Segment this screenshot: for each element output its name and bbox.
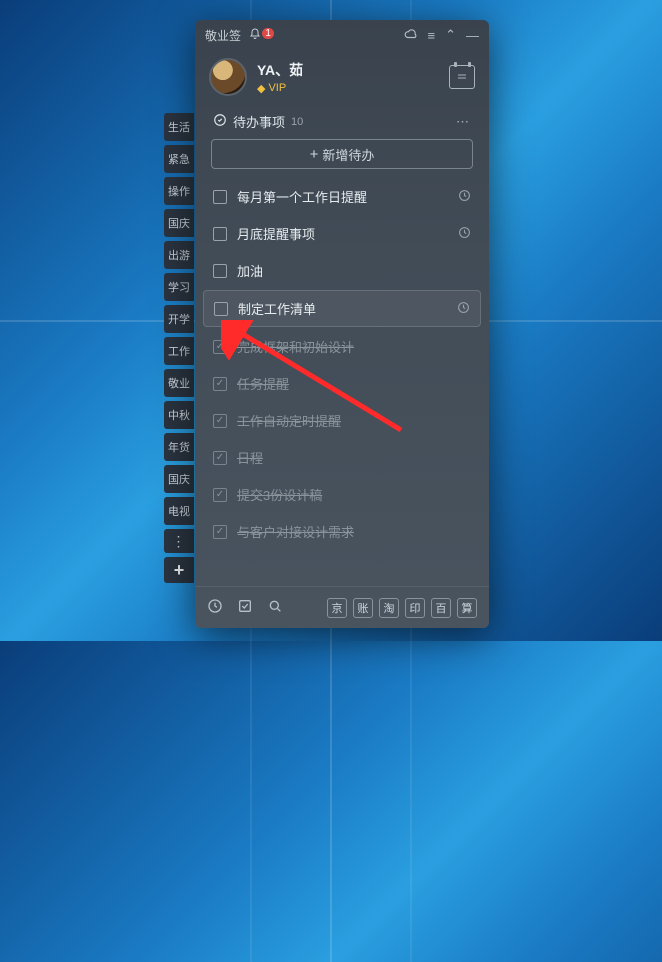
todo-item[interactable]: 与客户对接设计需求 <box>203 514 481 549</box>
todo-item[interactable]: 完成框架和初始设计 <box>203 329 481 364</box>
clock-icon <box>458 189 471 205</box>
todo-item[interactable]: 每月第一个工作日提醒 <box>203 179 481 214</box>
todo-text: 完成框架和初始设计 <box>237 337 471 356</box>
calendar-icon[interactable] <box>449 65 475 89</box>
cloud-icon[interactable] <box>404 27 418 44</box>
titlebar: 敬业签 1 ≡ ⌃ — <box>195 20 489 50</box>
sidebar-tab-8[interactable]: 敬业 <box>164 369 194 397</box>
bottom-chip-1[interactable]: 账 <box>353 598 373 618</box>
todo-item[interactable]: 任务提醒 <box>203 366 481 401</box>
sidebar-tab-0[interactable]: 生活 <box>164 113 194 141</box>
todo-text: 提交3份设计稿 <box>237 485 471 504</box>
todo-text: 每月第一个工作日提醒 <box>237 187 452 206</box>
sidebar-more[interactable]: ⋮ <box>164 529 194 553</box>
check-view-icon[interactable] <box>237 598 253 618</box>
todo-text: 制定工作清单 <box>238 299 451 318</box>
collapse-icon[interactable]: ⌃ <box>445 27 456 43</box>
checkbox[interactable] <box>213 377 227 391</box>
checkbox[interactable] <box>213 488 227 502</box>
sidebar-tab-6[interactable]: 开学 <box>164 305 194 333</box>
minimize-icon[interactable]: — <box>466 28 479 43</box>
notif-count: 1 <box>262 28 274 39</box>
bottom-chip-0[interactable]: 京 <box>327 598 347 618</box>
sidebar-tab-5[interactable]: 学习 <box>164 273 194 301</box>
menu-icon[interactable]: ≡ <box>428 28 436 43</box>
username: YA、茹 <box>257 60 303 80</box>
todo-text: 月底提醒事项 <box>237 224 452 243</box>
todo-text: 与客户对接设计需求 <box>237 522 471 541</box>
checkbox[interactable] <box>213 190 227 204</box>
checkbox[interactable] <box>214 302 228 316</box>
todo-item[interactable]: 提交3份设计稿 <box>203 477 481 512</box>
bottom-chip-2[interactable]: 淘 <box>379 598 399 618</box>
todo-text: 加油 <box>237 261 471 280</box>
checkbox[interactable] <box>213 451 227 465</box>
sidebar-tab-9[interactable]: 中秋 <box>164 401 194 429</box>
sidebar-tab-4[interactable]: 出游 <box>164 241 194 269</box>
search-icon[interactable] <box>267 598 283 618</box>
diamond-icon: ◆ <box>257 82 265 95</box>
sidebar-tab-7[interactable]: 工作 <box>164 337 194 365</box>
checkbox[interactable] <box>213 414 227 428</box>
vip-badge: ◆ VIP <box>257 82 303 95</box>
bottom-chip-3[interactable]: 印 <box>405 598 425 618</box>
clock-icon <box>458 226 471 242</box>
sidebar-tab-11[interactable]: 国庆 <box>164 465 194 493</box>
history-icon[interactable] <box>207 598 223 618</box>
bell-icon[interactable]: 1 <box>249 28 274 43</box>
sidebar-tab-3[interactable]: 国庆 <box>164 209 194 237</box>
app-name: 敬业签 <box>205 27 241 44</box>
sidebar-tab-2[interactable]: 操作 <box>164 177 194 205</box>
checkbox[interactable] <box>213 525 227 539</box>
checkbox[interactable] <box>213 227 227 241</box>
sidebar-add[interactable]: + <box>164 557 194 583</box>
sidebar-tab-10[interactable]: 年货 <box>164 433 194 461</box>
todo-text: 日程 <box>237 448 471 467</box>
todo-section-icon <box>213 113 227 130</box>
section-header: 待办事项 10 ⋯ <box>195 108 489 139</box>
checkbox[interactable] <box>213 264 227 278</box>
checkbox[interactable] <box>213 340 227 354</box>
sidebar-tab-1[interactable]: 紧急 <box>164 145 194 173</box>
todo-item[interactable]: 日程 <box>203 440 481 475</box>
todo-text: 任务提醒 <box>237 374 471 393</box>
todo-text: 工作自动定时提醒 <box>237 411 471 430</box>
more-icon[interactable]: ⋯ <box>456 114 471 130</box>
add-todo-button[interactable]: + 新增待办 <box>211 139 473 169</box>
todo-list: 每月第一个工作日提醒月底提醒事项加油制定工作清单完成框架和初始设计任务提醒工作自… <box>195 179 489 586</box>
app-window: 敬业签 1 ≡ ⌃ — YA、茹 ◆ VIP <box>195 20 489 628</box>
todo-item[interactable]: 工作自动定时提醒 <box>203 403 481 438</box>
bottom-bar: 京账淘印百算 <box>195 586 489 628</box>
todo-item[interactable]: 月底提醒事项 <box>203 216 481 251</box>
bottom-chip-5[interactable]: 算 <box>457 598 477 618</box>
section-count: 10 <box>291 116 303 128</box>
plus-icon: + <box>310 146 319 163</box>
todo-item[interactable]: 制定工作清单 <box>203 290 481 327</box>
sidebar-tab-12[interactable]: 电视 <box>164 497 194 525</box>
avatar[interactable] <box>209 58 247 96</box>
todo-item[interactable]: 加油 <box>203 253 481 288</box>
profile-row: YA、茹 ◆ VIP <box>195 50 489 108</box>
clock-icon <box>457 301 470 317</box>
section-title: 待办事项 <box>233 112 285 131</box>
bottom-chip-4[interactable]: 百 <box>431 598 451 618</box>
